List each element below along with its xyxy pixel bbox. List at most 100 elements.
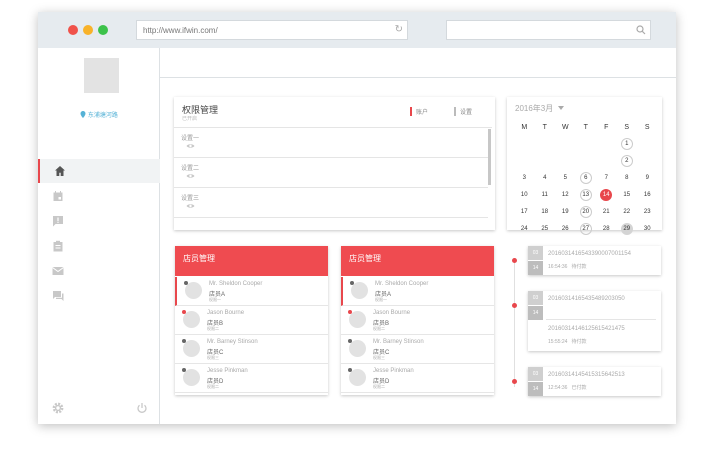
calendar-day[interactable]: 15 xyxy=(617,187,638,204)
calendar-month[interactable]: 2016年3月 xyxy=(515,103,565,114)
calendar-day[interactable]: 18 xyxy=(535,204,556,221)
list-item[interactable]: Mr. Barney Stinson 店员C 权限三 xyxy=(341,335,494,364)
calendar-day[interactable]: 11 xyxy=(535,187,556,204)
calendar-day-number: 25 xyxy=(541,226,549,232)
calendar-day[interactable]: 12 xyxy=(555,187,576,204)
sidebar-item-home[interactable] xyxy=(38,159,160,183)
sidebar-item-calendar[interactable] xyxy=(38,184,160,208)
alert-icon xyxy=(53,216,63,227)
reload-icon[interactable]: ↻ xyxy=(395,24,403,35)
status-badge xyxy=(350,281,354,285)
list-item[interactable]: Mr. Sheldon Cooper 店员A 权限一 xyxy=(175,277,328,306)
tab-account[interactable]: 账户 xyxy=(410,107,428,116)
status-badge xyxy=(184,281,188,285)
calendar-day[interactable]: 24 xyxy=(514,221,535,238)
calendar-day[interactable]: 3 xyxy=(514,170,535,187)
calendar-day[interactable]: 29 xyxy=(617,221,638,238)
timeline-card[interactable]: 03 14 2016031416543390007001154 16:54:36 待付款 xyxy=(528,246,661,275)
search-icon[interactable] xyxy=(636,25,646,35)
power-icon[interactable] xyxy=(136,402,148,414)
calendar-day-number: 23 xyxy=(643,209,651,215)
browser-window: http://www.ifwin.com/ ↻ 东浦塘河路 权限管理 已开启 账… xyxy=(38,12,676,424)
tab-settings[interactable]: 设置 xyxy=(454,107,472,116)
timeline-card[interactable]: 03 14 20160314165435489203050 2016031414612… xyxy=(528,291,661,351)
calendar-day[interactable]: 14 xyxy=(596,187,617,204)
sidebar-item-chat[interactable] xyxy=(38,284,160,308)
list-item[interactable]: Jesse Pinkman 店员D 权限二 xyxy=(341,364,494,393)
order-id: 20160314145415315642513 xyxy=(548,372,625,378)
calendar-day[interactable]: 30 xyxy=(637,221,658,238)
permissions-list: 设置一 设置二 设置三 xyxy=(174,127,492,218)
calendar-day[interactable]: 1 xyxy=(617,136,638,153)
calendar-month-label: 2016年3月 xyxy=(515,104,554,113)
calendar-day[interactable]: 23 xyxy=(637,204,658,221)
list-item[interactable]: Mr. Barney Stinson 店员C 权限三 xyxy=(175,335,328,364)
order-time: 15:55:24 xyxy=(548,339,568,345)
calendar-day[interactable]: 19 xyxy=(555,204,576,221)
avatar xyxy=(185,282,202,299)
list-item[interactable]: Mr. Sheldon Cooper 店员A 权限一 xyxy=(341,277,494,306)
mail-icon xyxy=(52,267,64,275)
calendar-weekday: T xyxy=(583,124,588,131)
settings-icon[interactable] xyxy=(52,402,64,414)
employee-permission: 权限一 xyxy=(209,297,221,302)
list-item[interactable]: Jason Bourne 店员B 权限二 xyxy=(341,306,494,335)
calendar-day[interactable]: 9 xyxy=(637,170,658,187)
location-label[interactable]: 东浦塘河路 xyxy=(38,110,160,119)
list-item[interactable]: 设置三 xyxy=(174,188,488,218)
calendar-day-number: 7 xyxy=(604,175,608,181)
calendar-day[interactable]: 4 xyxy=(535,170,556,187)
avatar[interactable] xyxy=(84,58,119,93)
order-id: 20160314146125615421475 xyxy=(548,326,625,332)
list-item[interactable]: 设置一 xyxy=(174,128,488,158)
employee-name: Jason Bourne xyxy=(373,310,411,316)
calendar-day[interactable]: 16 xyxy=(637,187,658,204)
calendar-day[interactable]: 7 xyxy=(596,170,617,187)
calendar-day[interactable]: 17 xyxy=(514,204,535,221)
sidebar-item-tasks[interactable] xyxy=(38,234,160,258)
calendar-day[interactable]: 6 xyxy=(576,170,597,187)
calendar-day[interactable]: 10 xyxy=(514,187,535,204)
calendar-day[interactable]: 20 xyxy=(576,204,597,221)
list-item[interactable]: 设置二 xyxy=(174,158,488,188)
calendar-day[interactable]: 25 xyxy=(535,221,556,238)
calendar-day[interactable]: 8 xyxy=(617,170,638,187)
timeline-day: 14 xyxy=(528,306,543,320)
calendar-day-number: 2 xyxy=(620,155,633,167)
list-item[interactable]: Jesse Pinkman 店员D 权限二 xyxy=(175,364,328,393)
calendar-day[interactable]: 22 xyxy=(617,204,638,221)
close-window-button[interactable] xyxy=(68,25,78,35)
order-time: 12:54:36 xyxy=(548,385,568,391)
sidebar-item-alerts[interactable] xyxy=(38,209,160,233)
eye-icon[interactable] xyxy=(186,203,195,209)
order-status: 已付款 xyxy=(571,385,587,391)
calendar-day-number: 24 xyxy=(520,226,528,232)
maximize-window-button[interactable] xyxy=(98,25,108,35)
calendar-day[interactable]: 26 xyxy=(555,221,576,238)
timeline-dot xyxy=(512,303,517,308)
calendar-day[interactable]: 13 xyxy=(576,187,597,204)
scrollbar[interactable] xyxy=(488,129,491,185)
calendar-day[interactable]: 21 xyxy=(596,204,617,221)
sidebar-item-mail[interactable] xyxy=(38,259,160,283)
address-bar[interactable]: http://www.ifwin.com/ ↻ xyxy=(136,20,408,40)
eye-icon[interactable] xyxy=(186,173,195,179)
calendar-day[interactable]: 27 xyxy=(576,221,597,238)
timeline-month: 03 xyxy=(528,291,543,305)
calendar-day[interactable]: 28 xyxy=(596,221,617,238)
order-meta: 16:54:36 待付款 xyxy=(548,263,586,270)
list-item[interactable]: Jason Bourne 店员B 权限二 xyxy=(175,306,328,335)
timeline-month: 03 xyxy=(528,367,543,381)
permissions-panel: 权限管理 已开启 账户 设置 设置一 设置二 设置三 xyxy=(174,97,495,230)
eye-icon[interactable] xyxy=(186,143,195,149)
employee-name: Jason Bourne xyxy=(207,310,245,316)
calendar-day[interactable]: 5 xyxy=(555,170,576,187)
timeline-card[interactable]: 03 14 20160314145415315642513 12:54:36 已付款 xyxy=(528,367,661,396)
sidebar-footer xyxy=(38,400,160,416)
employee-permission: 权限三 xyxy=(207,355,219,360)
status-badge xyxy=(182,368,186,372)
browser-search-input[interactable] xyxy=(446,20,651,40)
timeline-day: 14 xyxy=(528,382,543,396)
minimize-window-button[interactable] xyxy=(83,25,93,35)
calendar-day[interactable]: 2 xyxy=(617,153,638,170)
